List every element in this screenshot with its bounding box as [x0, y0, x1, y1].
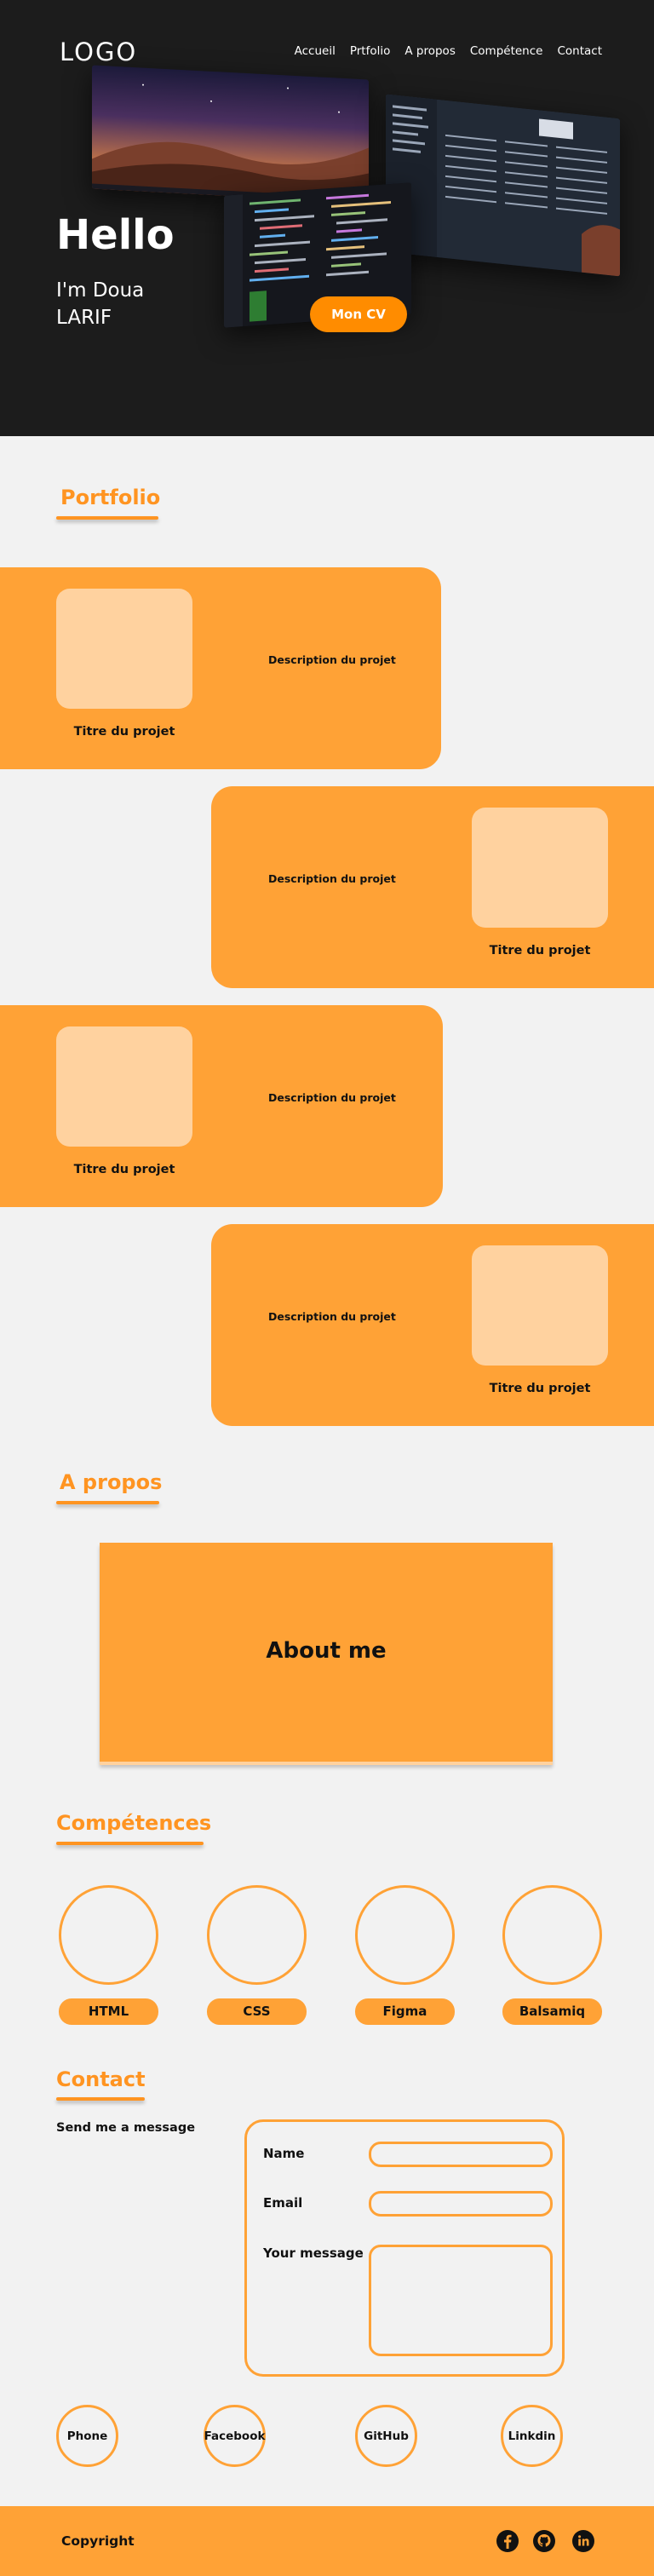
social-linkedin[interactable]: Linkdin: [501, 2405, 563, 2467]
project-card[interactable]: Titre du projet Description du projet: [0, 1005, 443, 1207]
project-title: Titre du projet: [489, 944, 591, 957]
social-facebook[interactable]: Facebook: [204, 2405, 266, 2467]
skill-icon-html: [59, 1885, 158, 1985]
project-thumbnail: [472, 808, 608, 928]
about-underline: [56, 1501, 159, 1504]
skills-underline: [56, 1842, 204, 1845]
name-field[interactable]: [369, 2142, 553, 2167]
nav-accueil[interactable]: Accueil: [295, 44, 336, 58]
hero-name: I'm Doua LARIF: [56, 279, 145, 329]
skill-icon-figma: [355, 1885, 455, 1985]
portfolio-underline: [56, 516, 158, 520]
project-card[interactable]: Description du projet Titre du projet: [211, 786, 654, 988]
project-description: Description du projet: [268, 1310, 396, 1323]
project-title: Titre du projet: [73, 725, 175, 739]
nav-portfolio[interactable]: Prtfolio: [350, 44, 391, 58]
cv-button[interactable]: Mon CV: [310, 296, 407, 332]
contact-form: Name Email Your message: [244, 2119, 565, 2377]
nav-a-propos[interactable]: A propos: [404, 44, 455, 58]
about-title: A propos: [60, 1470, 163, 1494]
project-title: Titre du projet: [73, 1163, 175, 1176]
hero-section: LOGO Accueil Prtfolio A propos Compétenc…: [0, 0, 654, 436]
skill-label-html: HTML: [59, 1998, 158, 2025]
hero-hello: Hello: [56, 211, 175, 259]
facebook-icon[interactable]: [496, 2529, 519, 2553]
skill-label-css: CSS: [207, 1998, 307, 2025]
portfolio-title: Portfolio: [60, 486, 161, 509]
project-card[interactable]: Description du projet Titre du projet: [211, 1224, 654, 1426]
contact-title: Contact: [56, 2067, 146, 2091]
message-label: Your message: [263, 2245, 364, 2261]
email-field[interactable]: [369, 2191, 553, 2217]
about-box-divider: [100, 1762, 553, 1765]
project-card[interactable]: Titre du projet Description du projet: [0, 567, 441, 769]
copyright-text: Copyright: [61, 2533, 135, 2549]
skill-icon-css: [207, 1885, 307, 1985]
skill-label-balsamiq: Balsamiq: [502, 1998, 602, 2025]
project-thumbnail: [472, 1245, 608, 1366]
project-title: Titre du projet: [489, 1382, 591, 1395]
skill-icon-balsamiq: [502, 1885, 602, 1985]
project-description: Description du projet: [268, 872, 396, 885]
project-thumbnail: [56, 589, 192, 709]
project-thumbnail: [56, 1026, 192, 1147]
about-me-heading: About me: [266, 1638, 387, 1664]
main-nav: Accueil Prtfolio A propos Compétence Con…: [295, 44, 602, 58]
email-label: Email: [263, 2195, 303, 2211]
nav-competence[interactable]: Compétence: [470, 44, 543, 58]
skills-title: Compétences: [56, 1811, 212, 1835]
social-phone[interactable]: Phone: [56, 2405, 118, 2467]
about-box: About me: [100, 1543, 553, 1764]
social-github[interactable]: GitHub: [355, 2405, 417, 2467]
contact-underline: [56, 2097, 145, 2101]
github-icon[interactable]: [532, 2529, 556, 2553]
send-message-label: Send me a message: [56, 2121, 196, 2135]
message-field[interactable]: [369, 2245, 553, 2356]
skill-label-figma: Figma: [355, 1998, 455, 2025]
project-description: Description du projet: [268, 1091, 396, 1104]
monitor-desert-wallpaper: [92, 65, 369, 204]
name-label: Name: [263, 2146, 305, 2161]
logo[interactable]: LOGO: [60, 37, 137, 66]
linkedin-icon[interactable]: [571, 2529, 595, 2553]
monitor-file-browser: [386, 94, 620, 277]
project-description: Description du projet: [268, 653, 396, 666]
nav-contact[interactable]: Contact: [557, 44, 602, 58]
footer: Copyright: [0, 2506, 654, 2576]
